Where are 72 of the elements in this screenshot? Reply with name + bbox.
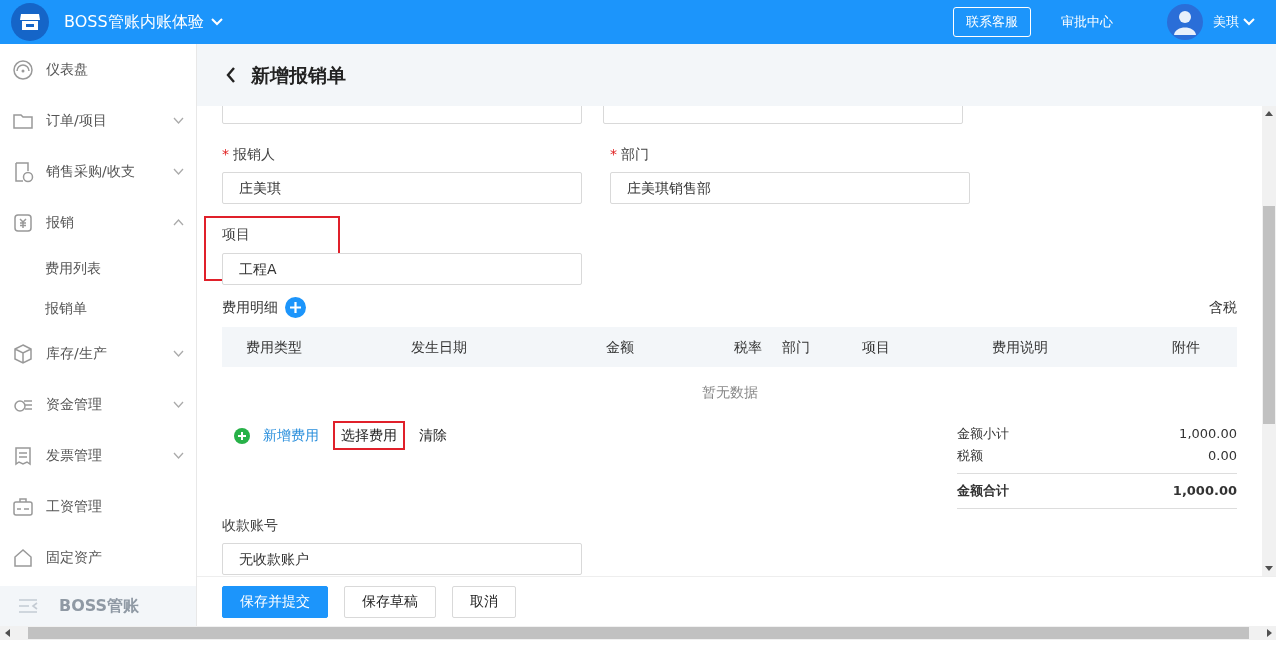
add-expense-link[interactable]: 新增费用: [263, 423, 325, 448]
summary-label: 金额小计: [957, 425, 1009, 444]
input-field[interactable]: 庄美琪: [222, 172, 582, 204]
input-field[interactable]: 工程A: [222, 253, 582, 285]
summary-label: 税额: [957, 447, 983, 466]
vertical-scrollbar[interactable]: [1262, 106, 1276, 576]
add-icon[interactable]: [285, 297, 306, 318]
page-title: 新增报销单: [251, 62, 346, 88]
scroll-left-icon[interactable]: [3, 629, 10, 637]
chevron-icon[interactable]: [173, 168, 184, 175]
summary-value: 0.00: [1208, 447, 1237, 466]
sidebar-subitem[interactable]: 费用列表: [0, 248, 196, 288]
house-icon: [12, 546, 34, 569]
field-label: 项目: [222, 225, 251, 244]
input-field[interactable]: 无收款账户: [222, 543, 582, 575]
chevron-icon[interactable]: [173, 452, 184, 459]
document-icon: [12, 160, 34, 183]
empty-text: 暂无数据: [701, 382, 758, 402]
summary-value: 1,000.00: [1172, 482, 1237, 501]
sidebar-item[interactable]: 报销: [0, 197, 196, 248]
caret-icon[interactable]: [210, 18, 223, 26]
action-button[interactable]: 清除: [413, 423, 453, 448]
chevron-icon[interactable]: [173, 219, 184, 226]
tax-included-label: 含税: [1209, 298, 1237, 317]
cube-icon: [12, 342, 34, 365]
gauge-icon: [12, 58, 34, 81]
scroll-right-icon[interactable]: [1266, 629, 1273, 637]
collapse-icon[interactable]: [18, 599, 38, 613]
required-mark: *: [222, 146, 229, 162]
sidebar-subitem[interactable]: 报销单: [0, 288, 196, 328]
summary-label: 金额合计: [957, 482, 1009, 501]
id-card-icon: [12, 495, 34, 518]
secondary-button[interactable]: 取消: [452, 585, 516, 618]
chevron-icon[interactable]: [173, 350, 184, 357]
section-title: 费用明细: [222, 298, 278, 317]
add-icon[interactable]: [234, 427, 250, 444]
chevron-icon[interactable]: [173, 401, 184, 408]
sidebar-item[interactable]: 资金管理: [0, 379, 196, 430]
logo-icon: [11, 3, 49, 41]
sidebar-item[interactable]: 仪表盘: [0, 44, 196, 95]
column-header: 部门: [782, 337, 811, 357]
column-header: 金额: [605, 337, 635, 357]
column-header: 费用类型: [245, 337, 303, 357]
column-header: 发生日期: [410, 337, 468, 357]
column-header: 税率: [733, 337, 763, 357]
input-field[interactable]: 庄美琪销售部: [610, 172, 970, 204]
column-header: 费用说明: [992, 337, 1049, 357]
secondary-button[interactable]: 保存草稿: [344, 585, 436, 618]
horizontal-scrollbar[interactable]: [0, 626, 1276, 640]
action-button[interactable]: 选择费用: [335, 423, 403, 448]
field-label-text: 部门: [621, 146, 649, 162]
sidebar-item[interactable]: 发票管理: [0, 430, 196, 481]
required-mark: *: [610, 146, 617, 162]
receipt-icon: [12, 444, 34, 467]
column-header: 项目: [862, 337, 891, 357]
scroll-up-icon[interactable]: [1265, 109, 1273, 116]
column-header: 附件: [1172, 337, 1201, 357]
avatar-icon[interactable]: [1167, 4, 1203, 40]
sidebar-item[interactable]: 工资管理: [0, 481, 196, 532]
chevron-icon[interactable]: [173, 117, 184, 124]
yuan-icon: [12, 211, 34, 234]
caret-icon[interactable]: [1243, 18, 1255, 26]
summary-value: 1,000.00: [1179, 425, 1237, 444]
sidebar-item[interactable]: 订单/项目: [0, 95, 196, 146]
scroll-down-icon[interactable]: [1265, 566, 1273, 572]
sidebar-footer-label: BOSS管账: [59, 595, 140, 617]
sidebar-item[interactable]: 固定资产: [0, 532, 196, 583]
sidebar-item[interactable]: 库存/生产: [0, 328, 196, 379]
field-label-text: 报销人: [233, 146, 275, 162]
back-icon[interactable]: [225, 66, 237, 84]
field-label: 收款账号: [222, 516, 279, 535]
sidebar-item[interactable]: 销售采购/收支: [0, 146, 196, 197]
